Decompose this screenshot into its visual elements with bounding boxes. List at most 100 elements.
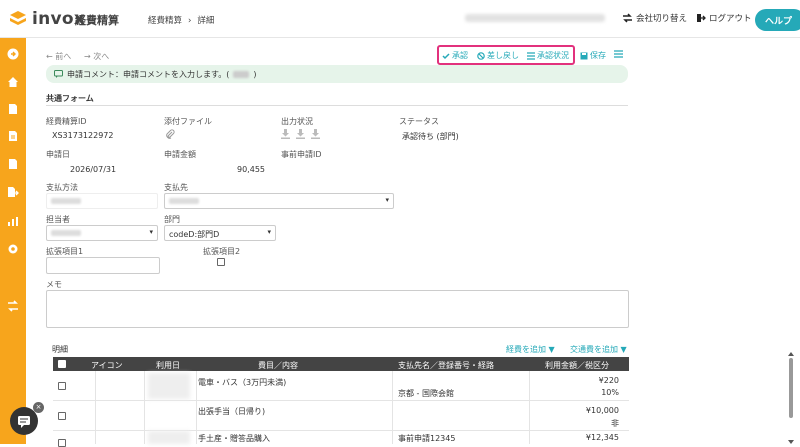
select-all-checkbox[interactable] [58,360,66,368]
row-item: 出張手当（日帰り) [198,407,266,416]
amount-value: 90,455 [237,165,265,174]
approve-label: 承認 [452,51,468,60]
document-list-icon[interactable] [7,130,19,142]
table-row[interactable]: 電車・バス（3万円未満) 京都 - 国際会館 ¥220 10% [53,371,629,401]
attachment-label: 添付ファイル [164,117,212,126]
ext2-label: 拡張項目2 [203,247,241,256]
row-item: 手土産・贈答品購入 [198,434,270,443]
col-divider [144,371,145,444]
switch-company-label: 会社切り替え [636,14,688,24]
ext1-label: 拡張項目1 [46,247,84,256]
breadcrumb-separator: › [188,16,192,26]
table-row[interactable]: 手土産・贈答品購入 事前申請12345 ¥12,345 [53,431,629,447]
left-sidebar [0,38,26,444]
logout-icon [697,14,706,22]
date-blurred [148,373,190,399]
payee-select[interactable]: ▾ [164,193,394,209]
app-header: invox 経費精算 経費精算 › 詳細 会社切り替え ログアウト ヘルプ [0,0,800,38]
row-amount: ¥10,000 [585,406,619,415]
pre-apply-id-label: 事前申請ID [281,150,322,159]
send-back-button[interactable]: 差し戻し [477,50,519,61]
home-icon[interactable] [7,76,19,88]
comment-text: 申請コメント：申請コメントを入力します。( [67,69,230,79]
add-expense-button[interactable]: 経費を追加 ▼ [506,344,555,355]
paperclip-icon[interactable] [165,129,175,139]
department-select[interactable]: codeD:部門D ▾ [164,225,276,241]
add-transport-button[interactable]: 交通費を追加 ▼ [570,344,627,355]
document-check-icon[interactable] [7,158,19,170]
owner-label: 担当者 [46,215,70,224]
commenter-blurred [233,70,250,78]
owner-select[interactable]: ▾ [46,225,158,241]
help-button[interactable]: ヘルプ [755,9,800,31]
ext1-input[interactable] [46,257,160,274]
col-divider [196,371,197,444]
export-icon[interactable] [7,186,19,198]
switch-user-icon[interactable] [7,300,19,312]
table-row[interactable]: 出張手当（日帰り) ¥10,000 非 [53,401,629,431]
row-route: 京都 - 国際会館 [398,389,454,398]
vertical-scrollbar[interactable] [788,352,794,444]
section-divider [46,105,628,106]
caret-down-icon: ▾ [267,228,271,236]
col-divider [392,371,393,444]
save-icon [580,52,588,59]
row-tax: 10% [601,388,619,397]
expense-id-label: 経費精算ID [46,117,87,126]
status-value: 承認待ち (部門) [402,132,459,141]
date-blurred [148,431,190,444]
output-status-label: 出力状況 [281,117,313,126]
comment-icon [54,70,63,78]
memo-label: メモ [46,280,62,289]
next-link[interactable]: → 次へ [84,51,109,62]
ext2-checkbox[interactable] [217,258,225,266]
application-comment-banner: 申請コメント：申請コメントを入力します。() [46,65,628,83]
switch-icon [623,13,632,23]
caret-down-icon: ▾ [149,228,153,236]
apply-date-label: 申請日 [46,150,70,159]
save-button[interactable]: 保存 [580,50,606,61]
breadcrumb: 経費精算 › 詳細 [148,14,214,26]
arrow-circle-icon[interactable] [7,48,19,60]
department-value: codeD:部門D [169,230,220,239]
gear-icon[interactable] [7,243,19,255]
switch-company-button[interactable]: 会社切り替え [622,12,687,24]
chat-close-icon[interactable]: × [33,402,44,413]
document-icon[interactable] [7,103,19,115]
logout-button[interactable]: ログアウト [696,12,752,24]
approve-button[interactable]: 承認 [442,50,468,61]
col-payee: 支払先名／登録番号・経路 [398,361,494,370]
payment-method-select[interactable] [46,193,158,209]
section-title: 共通フォーム [46,94,94,103]
caret-down-icon: ▾ [385,196,389,204]
ban-icon [477,51,485,60]
logout-label: ログアウト [709,14,752,24]
send-back-label: 差し戻し [487,51,519,60]
apply-date-value: 2026/07/31 [70,165,117,174]
comment-suffix: ) [253,69,257,79]
approval-status-button[interactable]: 承認状況 [527,50,569,61]
status-label: ステータス [399,117,439,126]
chart-icon[interactable] [7,215,19,227]
approval-status-label: 承認状況 [537,51,569,60]
amount-label: 申請金額 [164,150,196,159]
row-checkbox[interactable] [58,382,66,390]
user-info-blurred [465,14,605,22]
details-title: 明細 [52,345,68,354]
col-item: 費目／内容 [258,361,298,370]
memo-textarea[interactable] [46,290,629,328]
payee-label: 支払先 [164,183,188,192]
payment-method-label: 支払方法 [46,183,78,192]
row-checkbox[interactable] [58,412,66,420]
prev-link[interactable]: ← 前へ [46,51,71,62]
expense-id-value: XS3173122972 [52,131,114,140]
hamburger-menu-icon[interactable] [614,50,623,58]
row-item: 電車・バス（3万円未満) [198,378,287,387]
details-table-header: アイコン 利用日 費目／内容 支払先名／登録番号・経路 利用金額／税区分 [53,357,629,371]
row-checkbox[interactable] [58,439,66,447]
row-amount: ¥220 [598,376,619,385]
col-divider [529,371,530,444]
logo-subtitle: 経費精算 [75,14,119,27]
check-icon [442,52,450,59]
breadcrumb-expense[interactable]: 経費精算 [148,16,182,26]
